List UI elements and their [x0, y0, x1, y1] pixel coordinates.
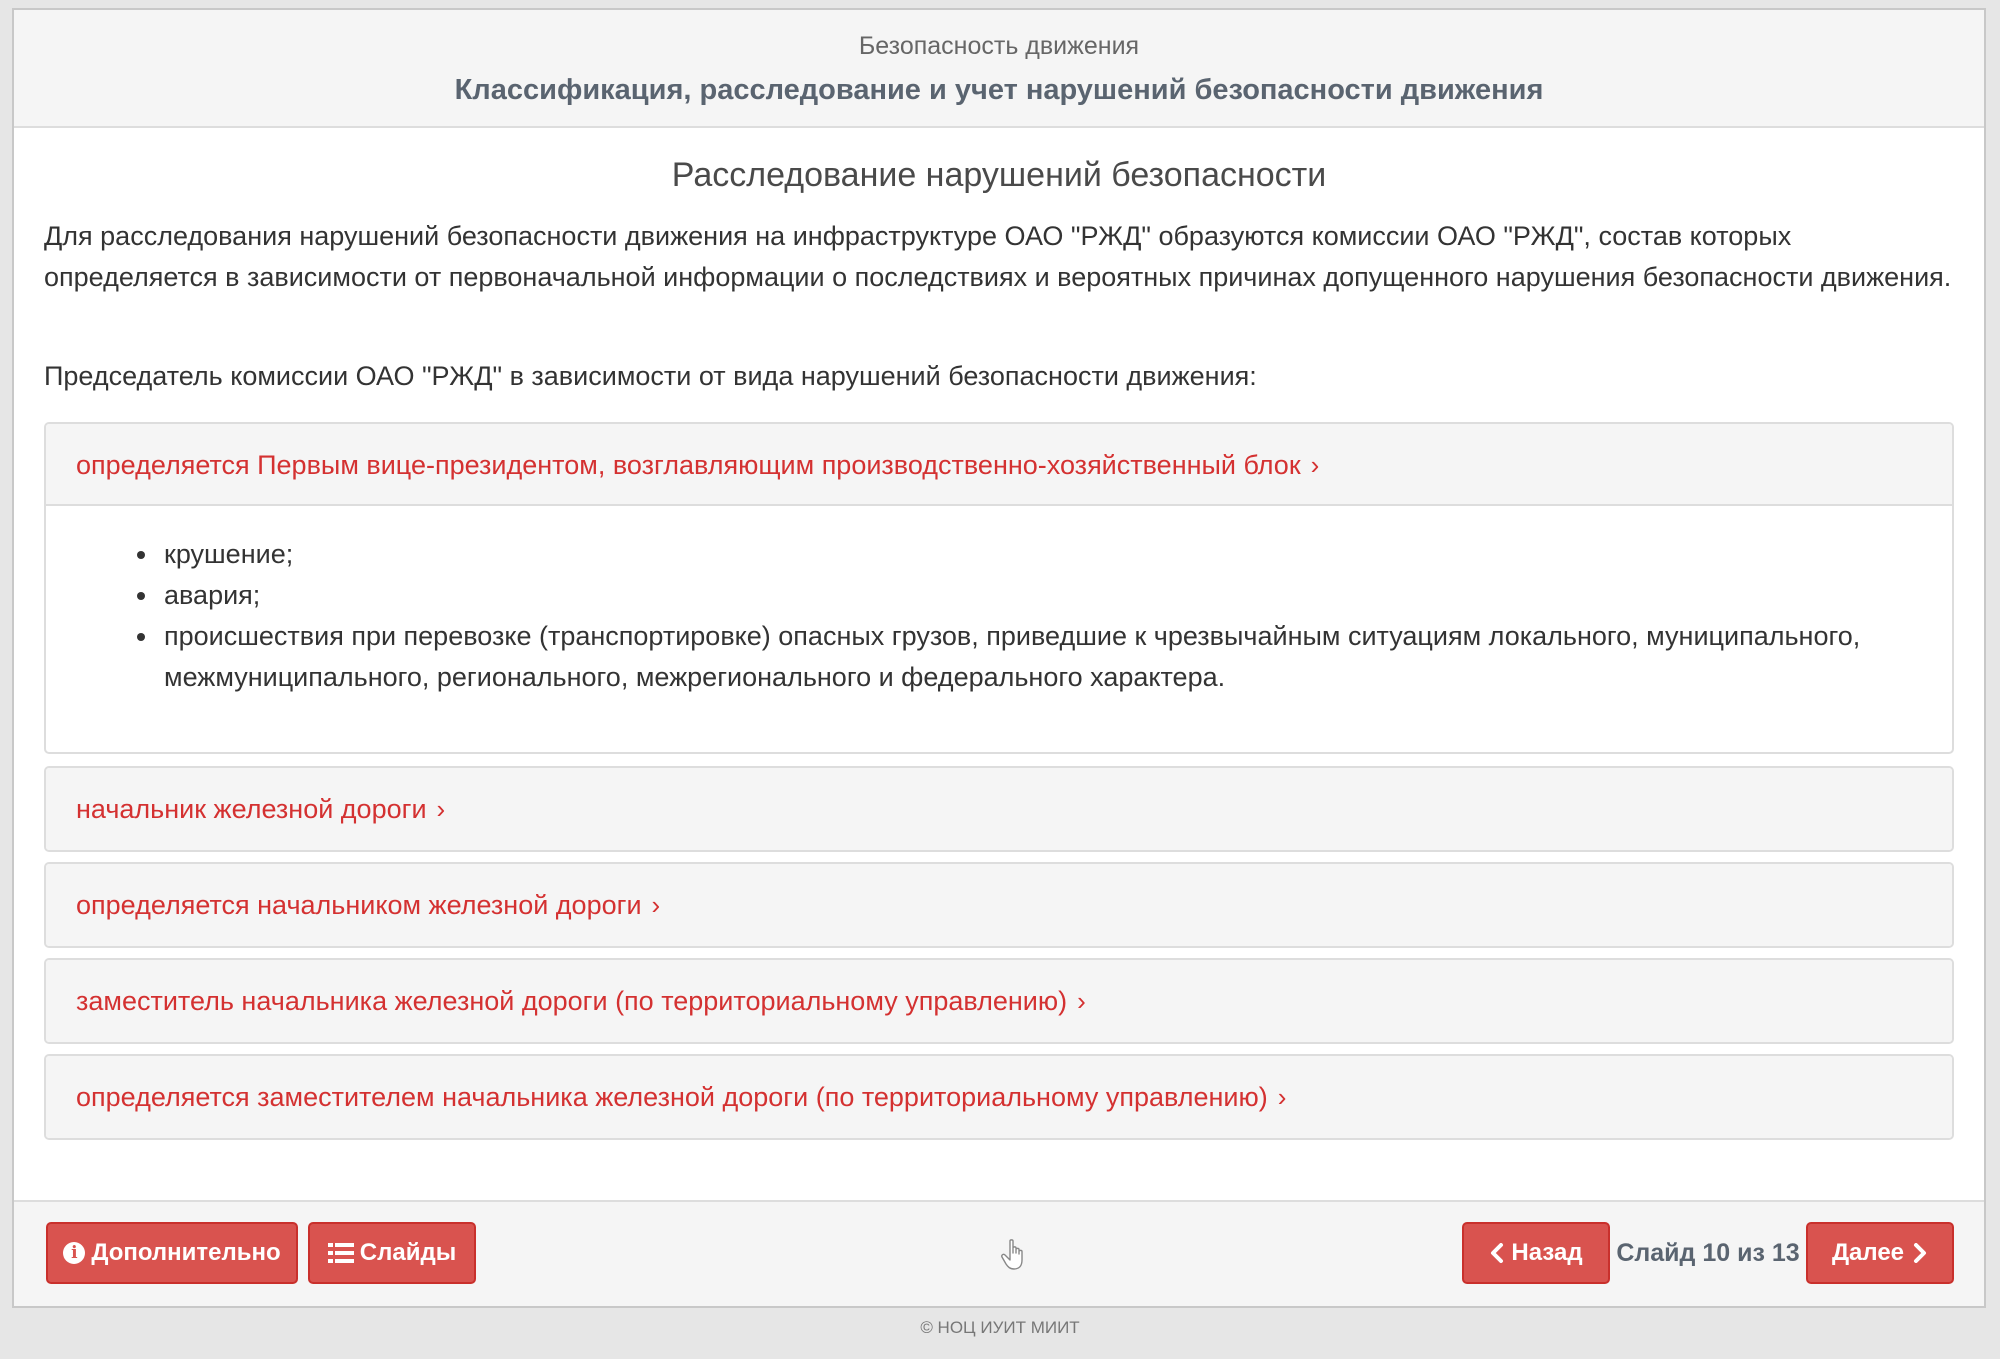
slides-list-label: Слайды — [359, 1239, 457, 1266]
incident-list: крушение; авария; происшествия при перев… — [76, 534, 1922, 698]
accordion-panel-railway-head: начальник железной дороги › — [44, 766, 1954, 852]
slide-counter: Слайд 10 из 13 — [1616, 1239, 1800, 1267]
intro-paragraph: Для расследования нарушений безопасности… — [44, 221, 1952, 292]
slides-list-button[interactable]: Слайды — [308, 1222, 476, 1284]
lead-paragraph: Председатель комиссии ОАО "РЖД" в зависи… — [44, 361, 1257, 391]
accordion-label: начальник железной дороги — [76, 794, 427, 824]
hand-pointer-icon — [999, 1238, 1029, 1272]
chevron-right-icon: › — [1077, 986, 1086, 1016]
next-button[interactable]: Далее — [1806, 1222, 1954, 1284]
topic-title: Классификация, расследование и учет нару… — [454, 74, 1544, 106]
more-info-label: Дополнительно — [91, 1239, 281, 1266]
section-name: Безопасность движения — [858, 32, 1140, 60]
accordion-label: определяется Первым вице-президентом, во… — [76, 450, 1301, 480]
list-item: крушение; — [160, 534, 1922, 575]
list-item: происшествия при перевозке (транспортиро… — [160, 616, 1922, 698]
next-label: Далее — [1831, 1239, 1905, 1266]
list-icon — [327, 1242, 354, 1264]
chevron-right-icon: › — [651, 890, 661, 920]
accordion-label: определяется начальником железной дороги — [76, 890, 642, 920]
accordion-body: крушение; авария; происшествия при перев… — [46, 506, 1952, 718]
chevron-left-icon — [1489, 1243, 1505, 1263]
accordion-toggle-deputy-head[interactable]: заместитель начальника железной дороги (… — [46, 960, 1952, 1042]
back-button[interactable]: Назад — [1462, 1222, 1610, 1284]
accordion-panel-determined-by-deputy-head: определяется заместителем начальника жел… — [44, 1054, 1954, 1140]
course-header: Безопасность движения Классификация, рас… — [14, 10, 1984, 128]
chevron-right-icon: › — [436, 794, 446, 824]
accordion-panel-deputy-head: заместитель начальника железной дороги (… — [44, 958, 1954, 1044]
navigation-footer: i Дополнительно Слайды Назад Слайд 10 из… — [14, 1200, 1984, 1306]
slide-title: Расследование нарушений безопасности — [671, 156, 1327, 194]
accordion-toggle-determined-by-railway-head[interactable]: определяется начальником железной дороги… — [46, 864, 1952, 946]
course-window: Безопасность движения Классификация, рас… — [12, 8, 1986, 1308]
accordion-toggle-determined-by-deputy-head[interactable]: определяется заместителем начальника жел… — [46, 1056, 1952, 1138]
chevron-right-icon — [1912, 1243, 1928, 1263]
info-icon: i — [63, 1242, 86, 1264]
chevron-right-icon: › — [1277, 1082, 1287, 1112]
back-label: Назад — [1511, 1239, 1583, 1266]
chevron-right-icon: › — [1310, 450, 1320, 480]
accordion-label: определяется заместителем начальника жел… — [76, 1082, 1268, 1112]
more-info-button[interactable]: i Дополнительно — [46, 1222, 298, 1284]
accordion-label: заместитель начальника железной дороги (… — [76, 986, 1068, 1016]
accordion-panel-determined-by-railway-head: определяется начальником железной дороги… — [44, 862, 1954, 948]
accordion-panel-first-vice-president: определяется Первым вице-президентом, во… — [44, 422, 1954, 754]
copyright: © НОЦ ИУИТ МИИТ — [920, 1318, 1080, 1337]
accordion-toggle-first-vice-president[interactable]: определяется Первым вице-президентом, во… — [46, 424, 1952, 506]
list-item: авария; — [160, 575, 1922, 616]
accordion-toggle-railway-head[interactable]: начальник железной дороги › — [46, 768, 1952, 850]
